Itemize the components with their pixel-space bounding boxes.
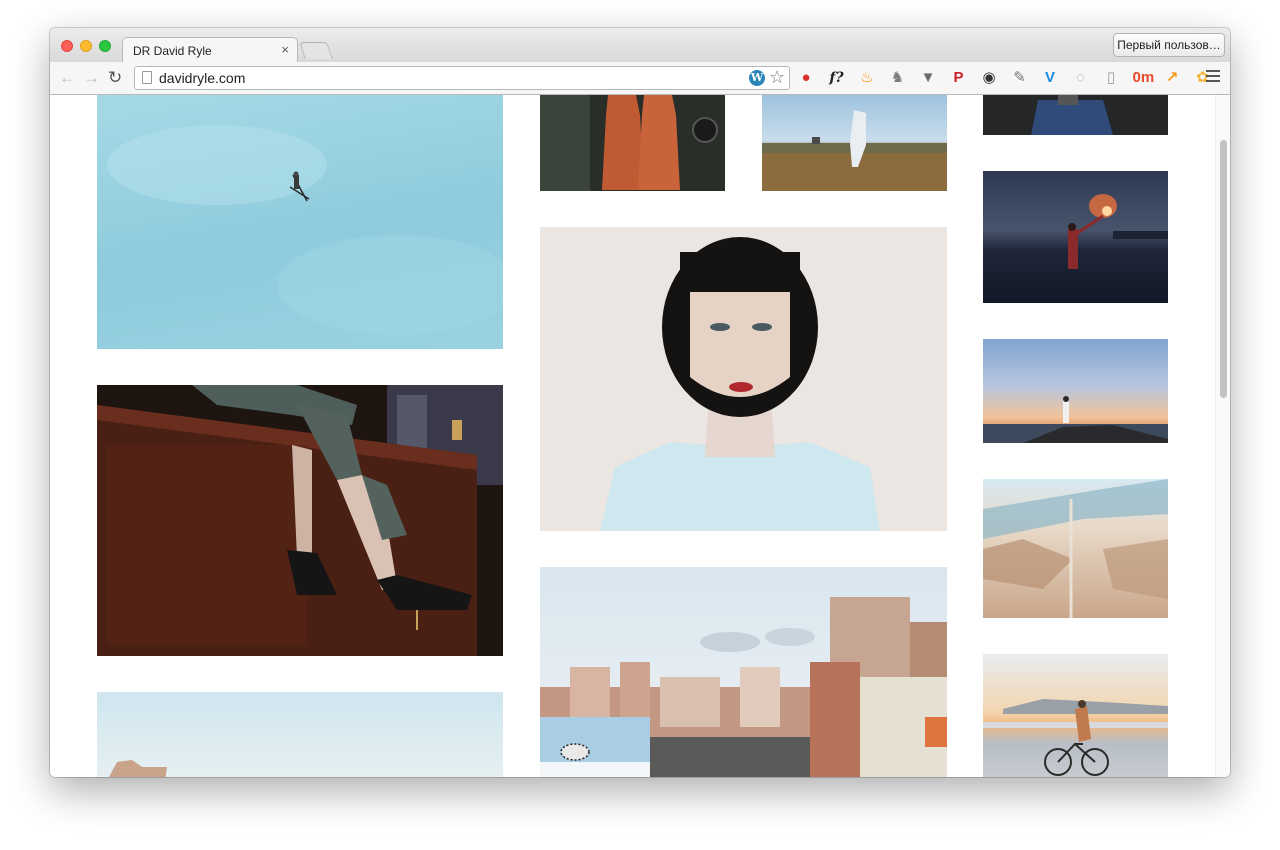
- reader-icon[interactable]: ▯: [1102, 69, 1120, 87]
- photo-sunset-rock[interactable]: [983, 339, 1168, 443]
- circle-arrow-icon[interactable]: ◌: [1072, 69, 1090, 87]
- url-text[interactable]: davidryle.com: [159, 70, 245, 86]
- toolbar: ← → ↻ davidryle.com W ☆ ● f? ♨ ♞ ▼ P ◉ ✎ V ◌ ▯ 0m ↗ ✿: [50, 62, 1230, 95]
- close-window-button[interactable]: [61, 40, 73, 52]
- back-icon[interactable]: ←: [59, 68, 76, 88]
- photo-portrait-woman[interactable]: [540, 227, 947, 531]
- wordpress-icon[interactable]: W: [749, 70, 765, 86]
- page-scrollbar[interactable]: [1215, 95, 1230, 777]
- page-icon: [142, 71, 152, 84]
- browser-window: DR David Ryle × Первый пользов… ← → ↻ da…: [50, 28, 1230, 777]
- photo-figure-in-field[interactable]: [762, 95, 947, 191]
- forward-icon[interactable]: →: [83, 68, 100, 88]
- title-bar: DR David Ryle × Первый пользов…: [50, 28, 1230, 63]
- photo-beach-sky[interactable]: [97, 692, 503, 777]
- pocket-icon[interactable]: ▼: [919, 69, 937, 87]
- reload-icon[interactable]: ↻: [108, 68, 122, 88]
- scrollbar-thumb[interactable]: [1220, 140, 1227, 398]
- function-icon[interactable]: f?: [828, 69, 846, 87]
- photo-legs-heels[interactable]: [97, 385, 503, 656]
- photo-city-zebra[interactable]: [540, 567, 947, 777]
- color-wheel-icon[interactable]: ◉: [980, 69, 998, 87]
- v-shield-icon[interactable]: V: [1041, 69, 1059, 87]
- new-tab-button[interactable]: [299, 42, 333, 59]
- tab-title: DR David Ryle: [133, 44, 212, 58]
- profile-button[interactable]: Первый пользов…: [1113, 33, 1225, 57]
- page-content: [50, 95, 1230, 777]
- pinterest-icon[interactable]: P: [950, 69, 968, 87]
- zoom-window-button[interactable]: [99, 40, 111, 52]
- photo-ski-jumper-sky[interactable]: [97, 95, 503, 349]
- minimize-window-button[interactable]: [80, 40, 92, 52]
- tab-close-icon[interactable]: ×: [281, 42, 289, 57]
- flame-icon[interactable]: ♨: [858, 69, 876, 87]
- evernote-icon[interactable]: ♞: [889, 69, 907, 87]
- menu-icon[interactable]: [1206, 70, 1220, 84]
- photo-flare-water[interactable]: [983, 171, 1168, 303]
- tab-david-ryle[interactable]: DR David Ryle ×: [122, 37, 298, 63]
- bookmark-star-icon[interactable]: ☆: [769, 67, 785, 88]
- photo-aerial-desert[interactable]: [983, 479, 1168, 618]
- address-bar[interactable]: davidryle.com W ☆: [134, 66, 790, 90]
- analytics-icon[interactable]: ↗: [1163, 69, 1181, 87]
- weather-icon[interactable]: 0m: [1133, 69, 1155, 87]
- photo-bicycle-sea[interactable]: [983, 654, 1168, 777]
- photo-blue-garment[interactable]: [983, 95, 1168, 135]
- adblock-icon[interactable]: ●: [797, 69, 815, 87]
- photo-dresses-mannequins[interactable]: [540, 95, 725, 191]
- eyedropper-icon[interactable]: ✎: [1011, 69, 1029, 87]
